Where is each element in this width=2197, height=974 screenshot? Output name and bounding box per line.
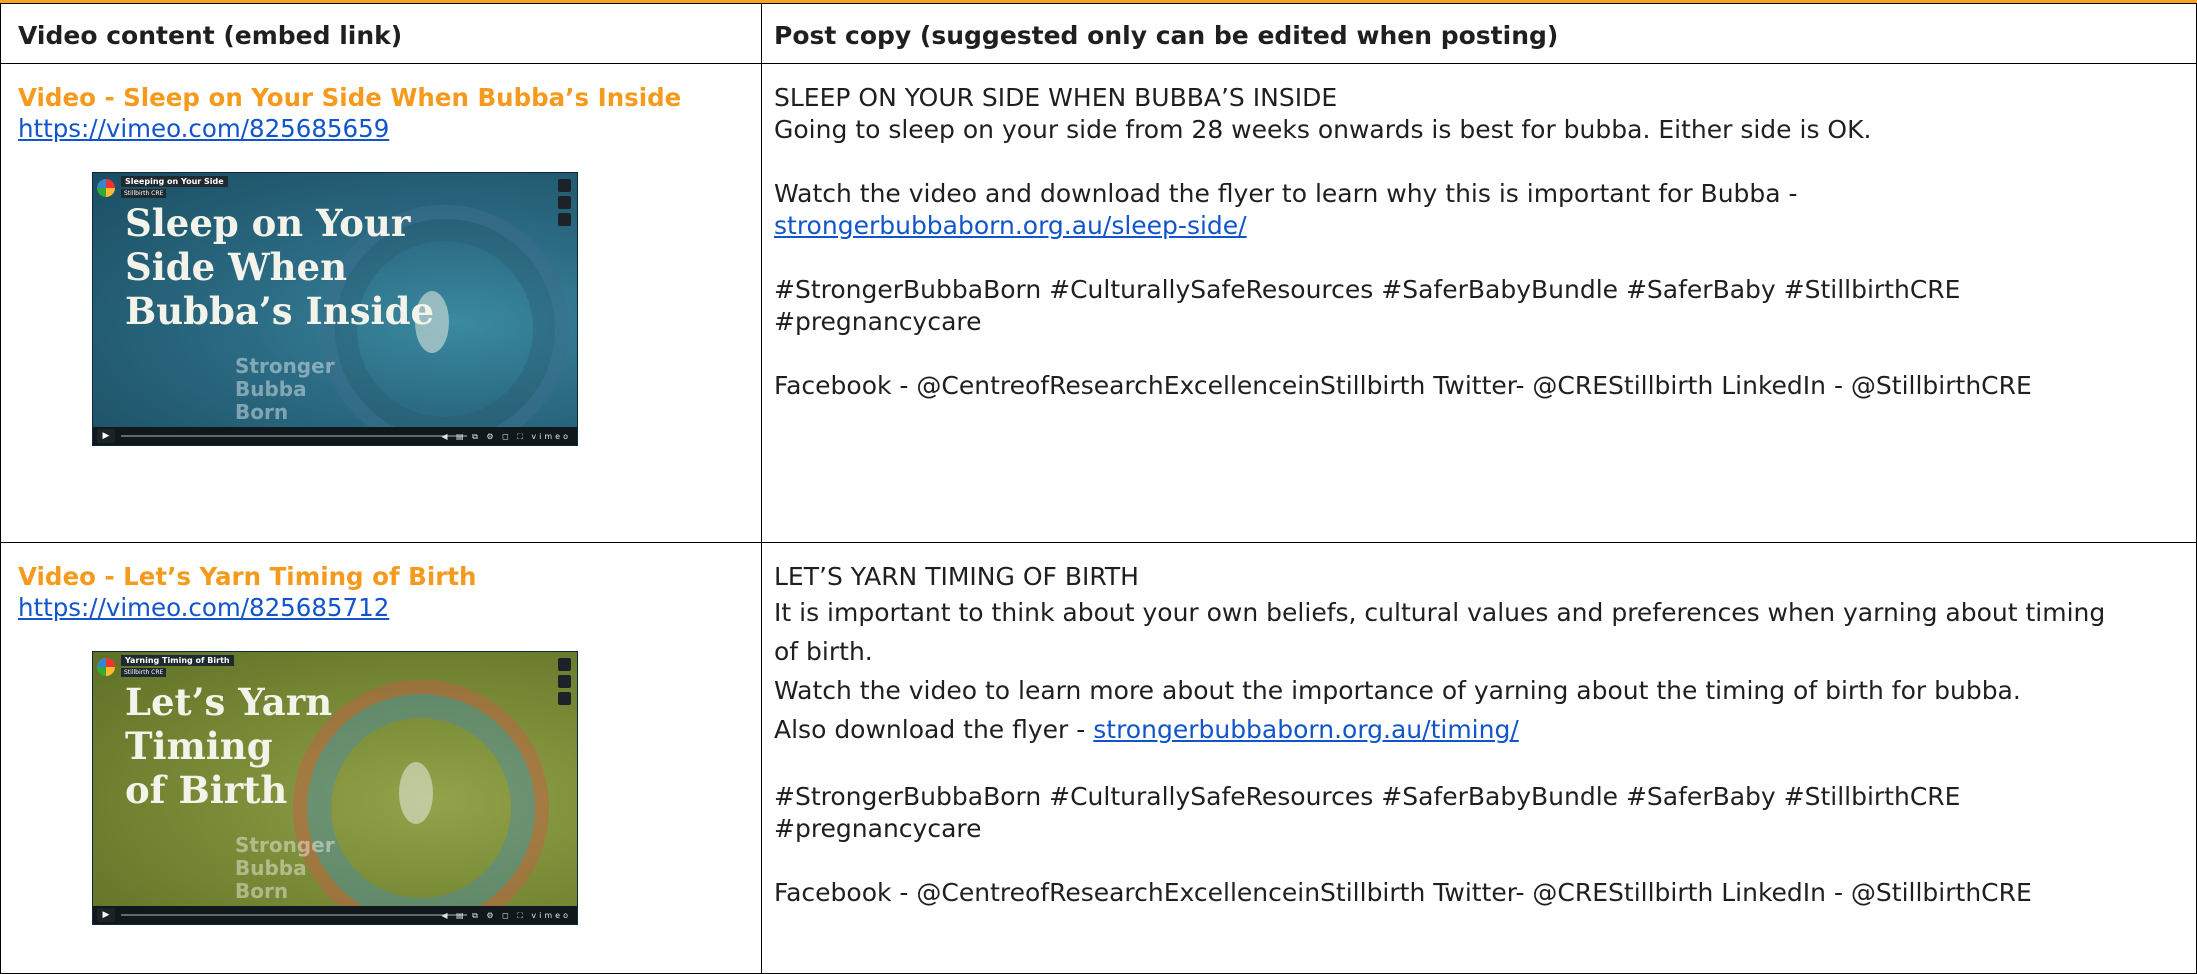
thumbnail-title: Let’s Yarn Timing of Birth [125,680,333,812]
channel-logo-icon [97,658,115,676]
channel-logo-icon [97,179,115,197]
video-title: Video - Sleep on Your Side When Bubba’s … [18,83,682,112]
player-controls: ▶ ◀ ▤ ⧉ ⚙ ◻ ⛶ vimeo [93,906,577,924]
post-social-handles: Facebook - @CentreofResearchExcellencein… [774,371,2032,400]
header-cell-video: Video content (embed link) [0,3,762,64]
progress-bar[interactable] [121,914,467,916]
video-thumbnail[interactable]: Yarning Timing of Birth Stillbirth CRE L… [92,651,578,925]
video-cell: Video - Sleep on Your Side When Bubba’s … [0,63,762,543]
share-icon[interactable] [558,213,571,226]
thumbnail-title: Sleep on Your Side When Bubba’s Inside [125,201,434,333]
post-body: Going to sleep on your side from 28 week… [774,115,1872,144]
footprint-artwork [399,762,433,824]
flyer-link[interactable]: strongerbubbaborn.org.au/timing/ [1093,715,1519,744]
clock-icon[interactable] [558,675,571,688]
video-cell: Video - Let’s Yarn Timing of Birth https… [0,542,762,974]
play-icon[interactable]: ▶ [97,908,115,922]
thumbnail-video-name: Yarning Timing of Birth [121,655,234,666]
post-body: Also download the flyer - [774,715,1094,744]
heart-icon[interactable] [558,179,571,192]
post-hashtags: #pregnancycare [774,814,982,843]
post-body: of birth. [774,637,873,666]
post-copy-cell: SLEEP ON YOUR SIDE WHEN BUBBA’S INSIDE G… [761,63,2197,543]
thumbnail-channel-name: Stillbirth CRE [121,668,167,677]
post-copy-cell: LET’S YARN TIMING OF BIRTH It is importa… [761,542,2197,974]
flyer-link[interactable]: strongerbubbaborn.org.au/sleep-side/ [774,211,1247,240]
header-video-content: Video content (embed link) [18,21,403,50]
content-table: Video content (embed link) Post copy (su… [0,3,2197,974]
post-social-handles: Facebook - @CentreofResearchExcellencein… [774,878,2032,907]
table-row: Video - Sleep on Your Side When Bubba’s … [0,63,2197,543]
video-thumbnail[interactable]: Sleeping on Your Side Stillbirth CRE Sle… [92,172,578,446]
player-controls: ▶ ◀ ▤ ⧉ ⚙ ◻ ⛶ vimeo [93,427,577,445]
header-post-copy: Post copy (suggested only can be edited … [774,21,1559,50]
share-icon[interactable] [558,692,571,705]
thumbnail-brand: Stronger Bubba Born [235,833,335,903]
progress-bar[interactable] [121,435,467,437]
post-body: Watch the video to learn more about the … [774,676,2021,705]
heart-icon[interactable] [558,658,571,671]
video-title: Video - Let’s Yarn Timing of Birth [18,562,477,591]
post-hashtags: #StrongerBubbaBorn #CulturallySafeResour… [774,782,1961,811]
video-link[interactable]: https://vimeo.com/825685659 [18,114,389,144]
header-row: Video content (embed link) Post copy (su… [0,3,2197,64]
thumbnail-brand: Stronger Bubba Born [235,354,335,424]
play-icon[interactable]: ▶ [97,429,115,443]
post-body: It is important to think about your own … [774,598,2106,627]
table-row: Video - Let’s Yarn Timing of Birth https… [0,542,2197,974]
header-cell-post-copy: Post copy (suggested only can be edited … [761,3,2197,64]
thumbnail-channel-name: Stillbirth CRE [121,189,167,198]
thumbnail-video-name: Sleeping on Your Side [121,176,228,187]
player-tools[interactable]: ◀ ▤ ⧉ ⚙ ◻ ⛶ vimeo [441,911,571,921]
player-tools[interactable]: ◀ ▤ ⧉ ⚙ ◻ ⛶ vimeo [441,432,571,442]
clock-icon[interactable] [558,196,571,209]
post-body: Watch the video and download the flyer t… [774,179,1798,208]
post-heading: SLEEP ON YOUR SIDE WHEN BUBBA’S INSIDE [774,83,1338,112]
video-link[interactable]: https://vimeo.com/825685712 [18,593,389,623]
post-hashtags: #StrongerBubbaBorn #CulturallySafeResour… [774,275,1961,304]
post-hashtags: #pregnancycare [774,307,982,336]
post-heading: LET’S YARN TIMING OF BIRTH [774,562,1139,591]
